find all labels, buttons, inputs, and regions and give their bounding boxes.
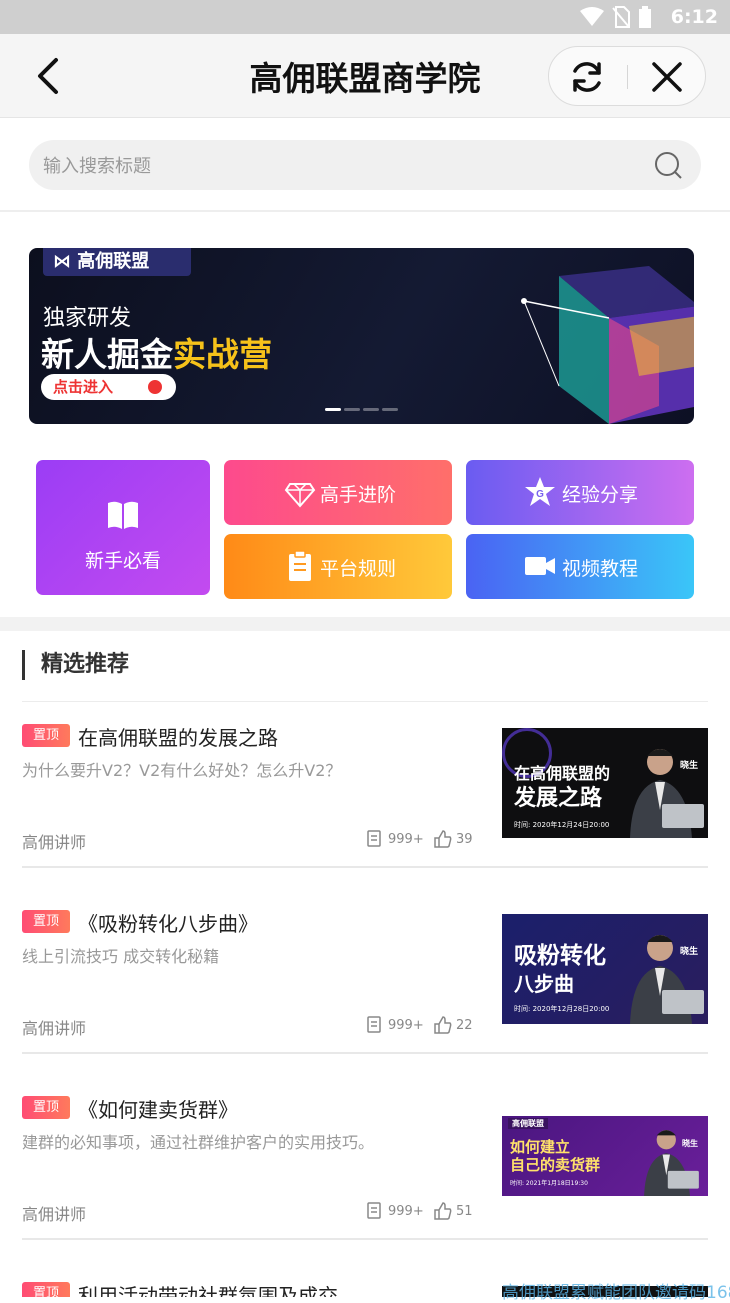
star-badge-icon: G	[525, 477, 555, 506]
diamond-icon	[284, 483, 316, 508]
close-icon[interactable]	[649, 59, 685, 95]
like-count[interactable]: 51	[434, 1202, 473, 1220]
view-count: 999+	[366, 1202, 424, 1220]
thumb-time: 时间: 2021年1月18日19:30	[510, 1180, 588, 1187]
thumbs-up-icon	[434, 1202, 452, 1220]
search-placeholder: 输入搜索标题	[43, 156, 151, 177]
pinned-badge: 置顶	[22, 1096, 70, 1119]
views-icon	[367, 1202, 381, 1219]
view-count: 999+	[366, 1016, 424, 1034]
tile-experience[interactable]: G 经验分享	[466, 460, 694, 525]
carousel-dot[interactable]	[363, 408, 379, 411]
watermark: 高佣联盟累赋能团队邀请码1688	[502, 1283, 730, 1303]
no-sim-icon	[612, 6, 630, 28]
cube-graphic	[521, 266, 694, 424]
article-title[interactable]: 《如何建卖货群》	[78, 1094, 238, 1123]
carousel-dots[interactable]	[325, 408, 398, 411]
miniapp-capsule	[548, 46, 706, 106]
article-card[interactable]: 置顶 在高佣联盟的发展之路 为什么要升V2？V2有什么好处？怎么升V2？ 高佣讲…	[22, 702, 708, 868]
article-desc: 建群的必知事项，通过社群维护客户的实用技巧。	[22, 1133, 375, 1152]
pinned-badge: 置顶	[22, 910, 70, 933]
tile-label: 高手进阶	[320, 484, 397, 506]
carousel-dot[interactable]	[325, 408, 341, 411]
wifi-icon	[580, 7, 604, 26]
search-icon[interactable]	[653, 150, 683, 180]
promo-banner[interactable]: ⋈ 高佣联盟 独家研发 新人掘金实战营 点击进入	[29, 248, 694, 424]
article-title[interactable]: 在高佣联盟的发展之路	[78, 722, 278, 751]
section-title: 精选推荐	[22, 650, 129, 680]
play-icon	[148, 380, 162, 394]
views-icon	[367, 1016, 381, 1033]
banner-logo: ⋈ 高佣联盟	[43, 248, 191, 276]
speaker-photo	[630, 749, 704, 838]
article-card[interactable]: 置顶 《如何建卖货群》 建群的必知事项，通过社群维护客户的实用技巧。 高佣讲师 …	[22, 1074, 708, 1240]
view-count: 999+	[366, 830, 424, 848]
speaker-photo	[630, 935, 704, 1024]
thumb-logo: 高佣联盟	[508, 1118, 548, 1129]
article-author: 高佣讲师	[22, 833, 87, 852]
section-gap	[0, 617, 730, 631]
status-icons	[580, 6, 652, 28]
svg-text:G: G	[536, 489, 544, 500]
banner-line2: 新人掘金实战营	[41, 335, 272, 374]
card-divider	[22, 1052, 708, 1054]
article-desc: 线上引流技巧 成交转化秘籍	[22, 947, 220, 966]
tile-beginner[interactable]: 新手必看	[36, 460, 210, 595]
thumbs-up-icon	[434, 830, 452, 848]
article-desc: 为什么要升V2？V2有什么好处？怎么升V2？	[22, 761, 342, 780]
tile-advanced[interactable]: 高手进阶	[224, 460, 452, 525]
refresh-icon[interactable]	[569, 59, 605, 95]
thumb-time: 时间: 2020年12月24日20:00	[514, 821, 610, 829]
thumb-time: 时间: 2020年12月28日20:00	[514, 1005, 610, 1013]
status-time: 6:12	[670, 6, 718, 28]
tile-label: 平台规则	[320, 558, 397, 580]
article-title[interactable]: 《吸粉转化八步曲》	[78, 908, 258, 937]
search-section: 输入搜索标题	[0, 118, 730, 212]
article-thumbnail[interactable]: 高佣联盟 如何建立 自己的卖货群 时间: 2021年1月18日19:30 晓生	[502, 1116, 708, 1196]
article-author: 高佣讲师	[22, 1019, 87, 1038]
tile-video[interactable]: 视频教程	[466, 534, 694, 599]
views-icon	[367, 830, 381, 847]
article-title[interactable]: 利用活动带动社群氛围及成交	[78, 1280, 338, 1297]
speaker-photo	[644, 1130, 699, 1196]
thumb-title-a: 吸粉转化	[514, 943, 606, 969]
like-count[interactable]: 39	[434, 830, 473, 848]
book-icon	[108, 501, 138, 529]
status-bar: 6:12	[0, 0, 730, 34]
pinned-badge: 置顶	[22, 1282, 70, 1297]
thumb-title-b: 八步曲	[514, 972, 574, 996]
like-count[interactable]: 22	[434, 1016, 473, 1034]
carousel-dot[interactable]	[382, 408, 398, 411]
battery-icon	[639, 6, 651, 28]
pinned-badge: 置顶	[22, 724, 70, 747]
tile-label: 视频教程	[562, 558, 639, 580]
card-divider	[22, 866, 708, 868]
banner-cta-button[interactable]: 点击进入	[41, 374, 176, 400]
card-divider	[22, 1238, 708, 1240]
thumbs-up-icon	[434, 1016, 452, 1034]
article-thumbnail[interactable]: 在高佣联盟的 发展之路 时间: 2020年12月24日20:00 晓生	[502, 728, 708, 838]
video-camera-icon	[525, 557, 555, 575]
tile-label: 经验分享	[562, 484, 639, 506]
title-bar: 高佣联盟商学院	[0, 34, 730, 118]
capsule-separator	[627, 65, 628, 89]
article-thumbnail[interactable]: 吸粉转化 八步曲 时间: 2020年12月28日20:00 晓生	[502, 914, 708, 1024]
article-card[interactable]: 置顶 《吸粉转化八步曲》 线上引流技巧 成交转化秘籍 高佣讲师 999+ 22 …	[22, 888, 708, 1054]
thumb-title-b: 发展之路	[514, 786, 603, 811]
tile-rules[interactable]: 平台规则	[224, 534, 452, 599]
clipboard-icon	[289, 550, 311, 581]
article-author: 高佣讲师	[22, 1205, 87, 1224]
tile-label: 新手必看	[84, 550, 161, 572]
thumb-title-b: 自己的卖货群	[510, 1156, 601, 1174]
search-input[interactable]: 输入搜索标题	[29, 140, 701, 190]
carousel-dot[interactable]	[344, 408, 360, 411]
